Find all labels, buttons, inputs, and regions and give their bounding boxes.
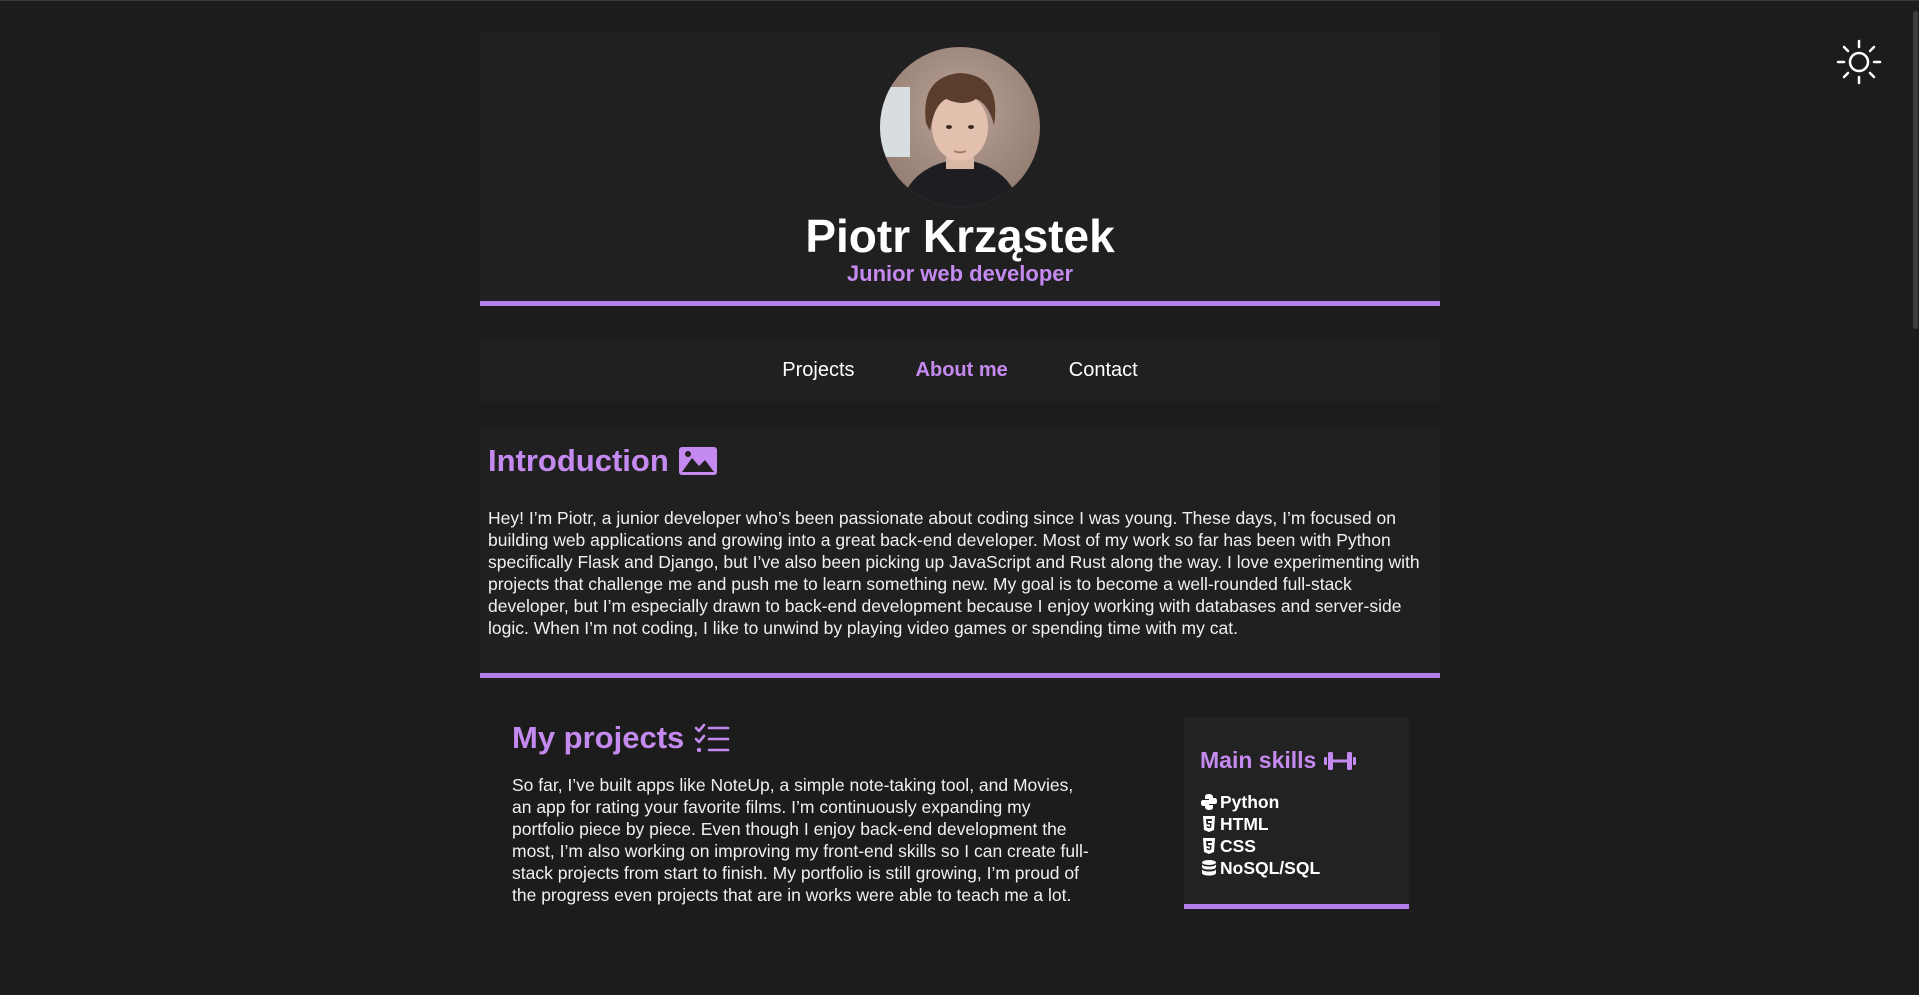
scrollbar-thumb[interactable]: [1913, 11, 1918, 329]
projects-title: My projects: [512, 720, 685, 755]
profile-header: Piotr Krząstek Junior web developer: [480, 33, 1440, 306]
introduction-heading: Introduction: [488, 442, 1432, 479]
projects-text: So far, I’ve built apps like NoteUp, a s…: [512, 775, 1089, 906]
python-icon: [1201, 794, 1217, 810]
nav-item-about-me[interactable]: About me: [916, 359, 1008, 382]
css3-icon: [1203, 838, 1215, 854]
nav-item-contact[interactable]: Contact: [1069, 359, 1138, 382]
avatar: [880, 47, 1040, 207]
skills-heading: Main skills: [1200, 747, 1393, 774]
skill-item-css: CSS: [1200, 835, 1393, 857]
skills-card: Main skills Python HTML CSS NoSQL/SQL: [1184, 717, 1409, 909]
projects-section: My projects So far, I’ve built apps like…: [512, 719, 1092, 906]
skills-title: Main skills: [1200, 747, 1317, 773]
introduction-text: Hey! I’m Piotr, a junior developer who’s…: [488, 508, 1420, 639]
sun-icon: [1836, 39, 1882, 85]
skills-list: Python HTML CSS NoSQL/SQL: [1200, 791, 1393, 879]
introduction-title: Introduction: [488, 443, 669, 478]
database-icon: [1202, 860, 1216, 876]
skill-item-html: HTML: [1200, 813, 1393, 835]
skill-label: Python: [1220, 792, 1280, 812]
html5-icon: [1203, 816, 1215, 832]
skill-label: NoSQL/SQL: [1220, 858, 1321, 878]
skill-item-python: Python: [1200, 791, 1393, 813]
image-icon: [678, 446, 717, 475]
nav-item-projects[interactable]: Projects: [782, 359, 854, 382]
scrollbar[interactable]: [1911, 1, 1919, 995]
projects-heading: My projects: [512, 719, 1092, 756]
introduction-section: Introduction Hey! I’m Piotr, a junior de…: [480, 426, 1440, 678]
dumbbell-icon: [1324, 751, 1357, 770]
list-check-icon: [694, 723, 730, 752]
main-nav: Projects About me Contact: [480, 338, 1440, 402]
profile-photo-icon: [880, 47, 1040, 207]
skill-item-database: NoSQL/SQL: [1200, 857, 1393, 879]
skill-label: CSS: [1220, 836, 1256, 856]
skill-label: HTML: [1220, 814, 1269, 834]
page-title: Piotr Krząstek: [805, 210, 1115, 262]
job-title: Junior web developer: [846, 261, 1074, 286]
theme-toggle-button[interactable]: [1836, 39, 1882, 85]
